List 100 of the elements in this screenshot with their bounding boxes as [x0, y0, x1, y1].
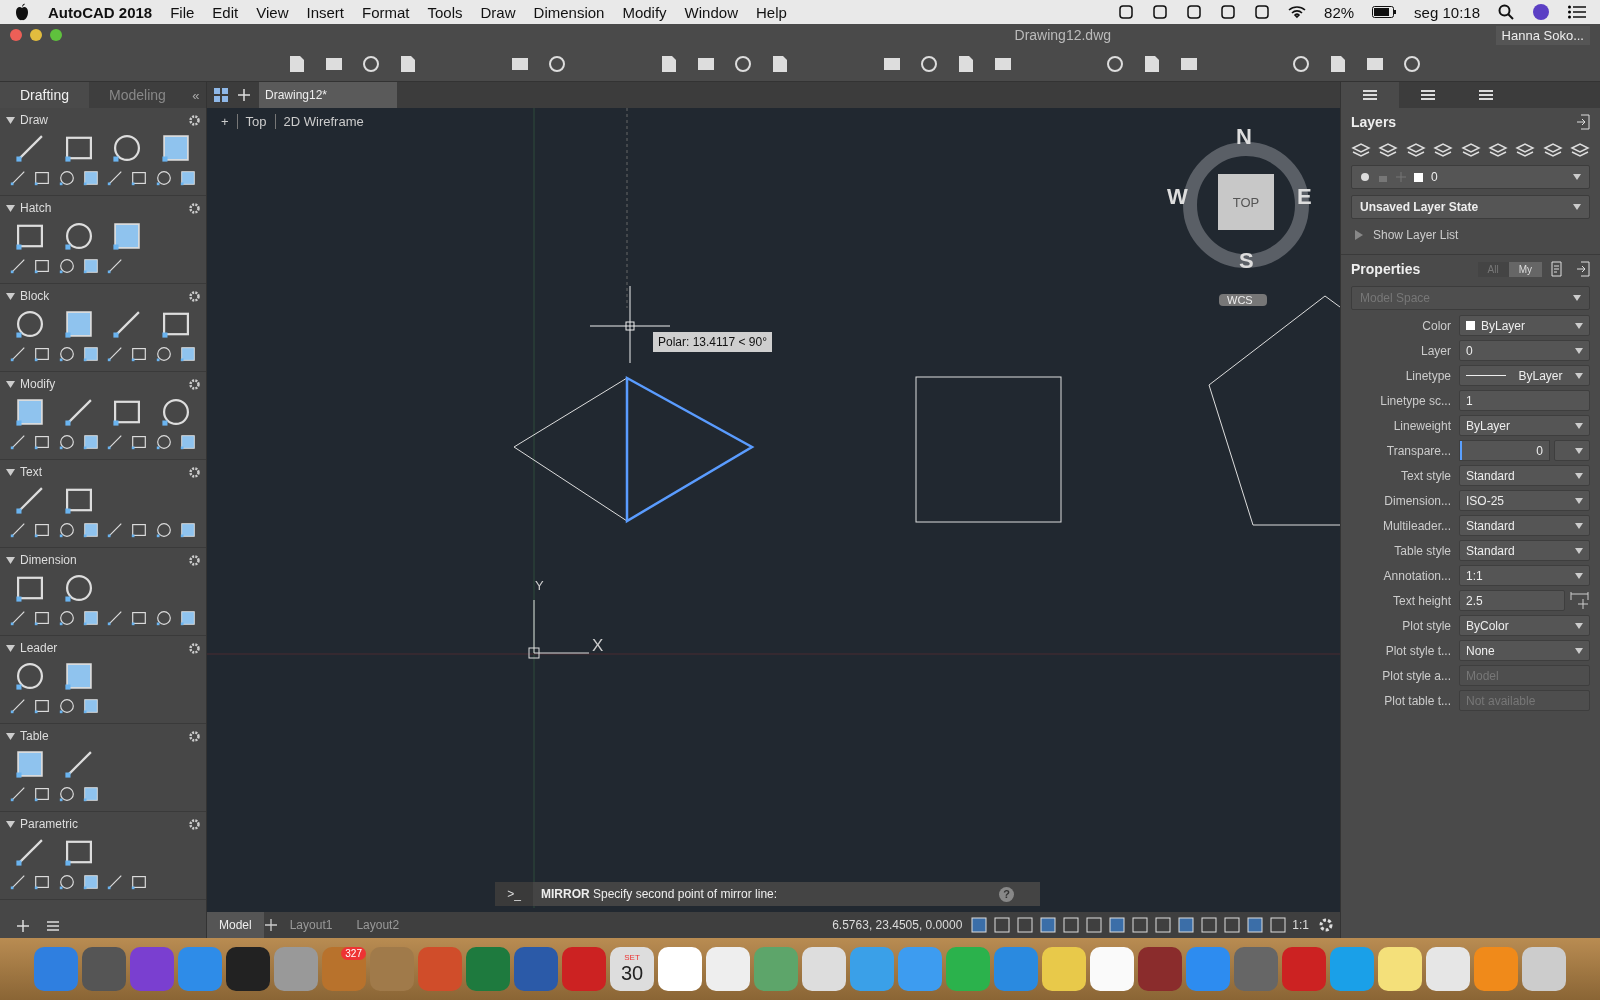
gear-icon[interactable]	[189, 642, 200, 654]
menu-item[interactable]: Dimension	[533, 3, 605, 21]
status-toggle-icon[interactable]	[1039, 916, 1058, 934]
menu-item[interactable]: View	[256, 3, 289, 21]
gear-icon[interactable]	[189, 378, 200, 390]
tool-icon[interactable]	[33, 169, 52, 187]
compass-label[interactable]: S	[1239, 248, 1254, 274]
dock-app-icon[interactable]	[1378, 947, 1422, 991]
status-toggle-icon[interactable]	[970, 916, 989, 934]
caret-icon[interactable]	[6, 820, 15, 828]
collapse-button[interactable]: «	[185, 82, 206, 108]
gear-icon[interactable]	[189, 466, 200, 478]
tool-icon[interactable]	[178, 345, 197, 363]
settings-icon[interactable]	[1317, 916, 1335, 934]
close-button[interactable]	[10, 29, 22, 41]
dock-app-icon[interactable]	[226, 947, 270, 991]
toolbar-icon[interactable]	[360, 53, 382, 74]
section-title[interactable]: Modify	[20, 377, 56, 391]
caret-icon[interactable]	[6, 380, 15, 388]
undock-icon[interactable]	[1576, 261, 1590, 277]
panel-tab-icon[interactable]	[1419, 87, 1437, 103]
show-layer-list-link[interactable]: Show Layer List	[1373, 228, 1459, 242]
status-toggle-icon[interactable]	[1154, 916, 1173, 934]
menu-item[interactable]: Modify	[622, 3, 667, 21]
layer-tool-icon[interactable]	[1570, 140, 1590, 158]
tool-icon[interactable]	[81, 697, 100, 715]
tool-icon[interactable]	[178, 433, 197, 451]
tool-icon[interactable]	[33, 257, 52, 275]
list-icon[interactable]	[1568, 5, 1586, 19]
layer-tool-icon[interactable]	[1378, 140, 1399, 158]
toolbar-icon[interactable]	[1401, 53, 1423, 74]
property-field[interactable]: 1	[1459, 390, 1590, 411]
tool-icon[interactable]	[178, 169, 197, 187]
view-cube-face[interactable]: TOP	[1218, 174, 1274, 230]
status-toggle-icon[interactable]	[1246, 916, 1265, 934]
dock-app-icon[interactable]	[1426, 947, 1470, 991]
compass-label[interactable]: N	[1236, 124, 1252, 150]
property-dropdown[interactable]: ByLayer	[1459, 315, 1590, 336]
status-toggle-icon[interactable]	[1085, 916, 1104, 934]
layout-tab[interactable]: Layout2	[344, 912, 412, 938]
status-toggle-icon[interactable]	[1200, 916, 1219, 934]
menu-icon[interactable]	[46, 920, 60, 932]
layout-tab[interactable]: Model	[207, 912, 264, 938]
caret-icon[interactable]	[6, 204, 15, 212]
property-dropdown[interactable]: ByLayer	[1459, 365, 1590, 386]
grid-icon[interactable]	[213, 87, 229, 103]
caret-icon[interactable]	[6, 732, 15, 740]
tool-icon[interactable]	[154, 609, 173, 627]
toolbar-icon[interactable]	[1290, 53, 1312, 74]
drawing-canvas[interactable]: + Top 2D Wireframe N W TOP E S WCS Polar: 13.4117 < 90° Y X >_ MIRROR Specify second point of mirror line: ?	[207, 108, 1340, 912]
transparency-slider[interactable]: 0	[1459, 440, 1550, 461]
section-title[interactable]: Hatch	[20, 201, 52, 215]
gear-icon[interactable]	[189, 818, 200, 830]
tool-icon[interactable]	[81, 345, 100, 363]
status-toggle-icon[interactable]	[993, 916, 1012, 934]
tool-icon[interactable]	[33, 433, 52, 451]
caret-icon[interactable]	[6, 292, 15, 300]
compass-label[interactable]: W	[1167, 184, 1188, 210]
menu-item[interactable]: Tools	[427, 3, 463, 21]
status-toggle-icon[interactable]	[1131, 916, 1150, 934]
status-menu-icon[interactable]	[1186, 4, 1203, 20]
section-title[interactable]: Draw	[20, 113, 48, 127]
battery-icon[interactable]	[1372, 6, 1397, 18]
status-menu-icon[interactable]	[1152, 4, 1169, 20]
tool-icon[interactable]	[130, 433, 149, 451]
property-dropdown[interactable]: 0	[1459, 340, 1590, 361]
app-menu[interactable]: AutoCAD 2018	[48, 3, 153, 21]
tool-icon[interactable]	[154, 169, 173, 187]
property-dropdown[interactable]: 1:1	[1459, 565, 1590, 586]
property-dropdown[interactable]: ISO-25	[1459, 490, 1590, 511]
status-menu-icon[interactable]	[1220, 4, 1237, 20]
help-button[interactable]: ?	[999, 886, 1014, 902]
tool-icon[interactable]	[130, 169, 149, 187]
layout-tab[interactable]: Layout1	[277, 912, 345, 938]
apple-logo[interactable]	[14, 3, 30, 21]
tool-icon[interactable]	[57, 521, 76, 539]
section-title[interactable]: Table	[20, 729, 49, 743]
layer-transparency-button[interactable]	[1554, 440, 1590, 461]
plus-icon[interactable]	[16, 919, 30, 933]
status-toggle-icon[interactable]	[1108, 916, 1127, 934]
wifi-icon[interactable]	[1288, 5, 1307, 19]
status-toggle-icon[interactable]	[1223, 916, 1242, 934]
tool-icon[interactable]	[81, 257, 100, 275]
layer-tool-icon[interactable]	[1487, 140, 1508, 158]
status-menu-icon[interactable]	[1118, 4, 1135, 20]
tool-icon[interactable]	[154, 433, 173, 451]
square-shape[interactable]	[915, 376, 1062, 523]
tool-icon[interactable]	[130, 609, 149, 627]
tool-icon[interactable]	[33, 785, 52, 803]
expand-icon[interactable]	[1355, 230, 1363, 240]
tool-icon[interactable]	[81, 873, 100, 891]
tool-icon[interactable]	[33, 697, 52, 715]
gear-icon[interactable]	[189, 290, 200, 302]
tool-icon[interactable]	[130, 345, 149, 363]
layer-state-dropdown[interactable]: Unsaved Layer State	[1351, 195, 1590, 219]
tool-icon[interactable]	[33, 873, 52, 891]
section-title[interactable]: Dimension	[20, 553, 77, 567]
tool-icon[interactable]	[81, 169, 100, 187]
menu-item[interactable]: Format	[362, 3, 410, 21]
tool-icon[interactable]	[130, 873, 149, 891]
